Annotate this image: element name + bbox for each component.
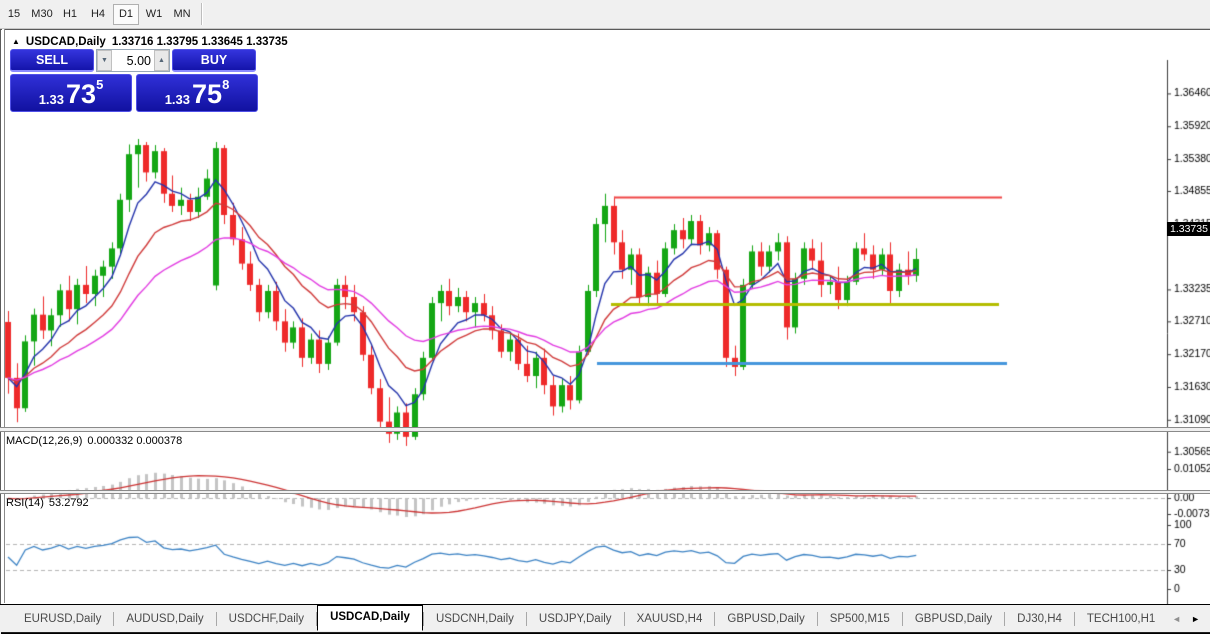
sell-price-box[interactable]: 1.33 73 5 xyxy=(10,74,132,112)
timeframe-button-mn[interactable]: MN xyxy=(169,4,195,25)
chart-tab-usdjpy-daily[interactable]: USDJPY,Daily xyxy=(527,608,624,630)
timeframe-button-h4[interactable]: H4 xyxy=(85,4,111,25)
tab-scroll-controls: ◄ ► xyxy=(1172,614,1210,624)
chart-tab-gbpusd-daily[interactable]: GBPUSD,Daily xyxy=(903,608,1004,630)
macd-name: MACD(12,26,9) xyxy=(6,435,82,447)
chart-tab-usdchf-daily[interactable]: USDCHF,Daily xyxy=(217,608,316,630)
chart-title: ▲ USDCAD,Daily 1.33716 1.33795 1.33645 1… xyxy=(12,36,288,48)
sell-price-big: 73 xyxy=(66,81,96,108)
chart-tab-xauusd-h4[interactable]: XAUUSD,H4 xyxy=(625,608,715,630)
collapse-triangle-icon[interactable]: ▲ xyxy=(12,37,20,46)
macd-splitter[interactable] xyxy=(0,427,1210,432)
timeframe-toolbar: 15M30H1H4D1W1MN xyxy=(0,0,1210,29)
timeframe-button-15[interactable]: 15 xyxy=(1,4,27,25)
timeframe-button-d1[interactable]: D1 xyxy=(113,4,139,25)
macd-values: 0.000332 0.000378 xyxy=(87,435,182,447)
volume-stepper: ▼ 5.00 ▲ xyxy=(96,49,170,72)
chart-canvas[interactable] xyxy=(1,59,1210,634)
chart-ohlc-values: 1.33716 1.33795 1.33645 1.33735 xyxy=(112,36,288,48)
timeframe-buttons: 15M30H1H4D1W1MN xyxy=(0,4,196,25)
chart-tab-audusd-daily[interactable]: AUDUSD,Daily xyxy=(114,608,215,630)
rsi-value: 53.2792 xyxy=(49,497,89,509)
buy-price-small: 1.33 xyxy=(165,91,190,108)
buy-price-box[interactable]: 1.33 75 8 xyxy=(136,74,258,112)
sell-button[interactable]: SELL xyxy=(10,49,94,72)
chart-tab-tech100-h1[interactable]: TECH100,H1 xyxy=(1075,608,1167,630)
tab-scroll-left-icon[interactable]: ◄ xyxy=(1172,614,1181,624)
chart-tabs: EURUSD,DailyAUDUSD,DailyUSDCHF,DailyUSDC… xyxy=(12,607,1167,631)
sell-price-small: 1.33 xyxy=(39,91,64,108)
chart-tab-eurusd-daily[interactable]: EURUSD,Daily xyxy=(12,608,113,630)
volume-decrease-icon[interactable]: ▼ xyxy=(97,50,112,71)
chart-tab-dj30-h4[interactable]: DJ30,H4 xyxy=(1005,608,1074,630)
chart-symbol-label: USDCAD,Daily xyxy=(26,36,106,48)
buy-button[interactable]: BUY xyxy=(172,49,256,72)
volume-increase-icon[interactable]: ▲ xyxy=(154,50,169,71)
sell-price-sup: 5 xyxy=(96,77,103,92)
rsi-label: RSI(14) 53.2792 xyxy=(6,497,94,509)
chart-tab-gbpusd-daily[interactable]: GBPUSD,Daily xyxy=(715,608,816,630)
one-click-trade-panel: SELL ▼ 5.00 ▲ BUY 1.33 73 5 1.33 75 8 xyxy=(10,49,258,112)
window-left-edge xyxy=(2,29,5,603)
volume-value[interactable]: 5.00 xyxy=(112,50,154,71)
rsi-name: RSI(14) xyxy=(6,497,44,509)
buy-price-sup: 8 xyxy=(222,77,229,92)
chart-tab-sp500-m15[interactable]: SP500,M15 xyxy=(818,608,902,630)
timeframe-button-m30[interactable]: M30 xyxy=(29,4,55,25)
chart-window xyxy=(0,29,1210,604)
timeframe-button-w1[interactable]: W1 xyxy=(141,4,167,25)
toolbar-separator xyxy=(201,3,203,25)
current-price-tag: 1.33735 xyxy=(1167,222,1210,236)
timeframe-button-h1[interactable]: H1 xyxy=(57,4,83,25)
chart-tab-usdcad-daily[interactable]: USDCAD,Daily xyxy=(317,605,423,631)
rsi-splitter[interactable] xyxy=(0,490,1210,494)
macd-label: MACD(12,26,9) 0.000332 0.000378 xyxy=(6,435,187,447)
chart-tab-bar: EURUSD,DailyAUDUSD,DailyUSDCHF,DailyUSDC… xyxy=(0,604,1210,632)
buy-price-big: 75 xyxy=(192,81,222,108)
tab-scroll-right-icon[interactable]: ► xyxy=(1191,614,1200,624)
chart-tab-usdcnh-daily[interactable]: USDCNH,Daily xyxy=(424,608,526,630)
